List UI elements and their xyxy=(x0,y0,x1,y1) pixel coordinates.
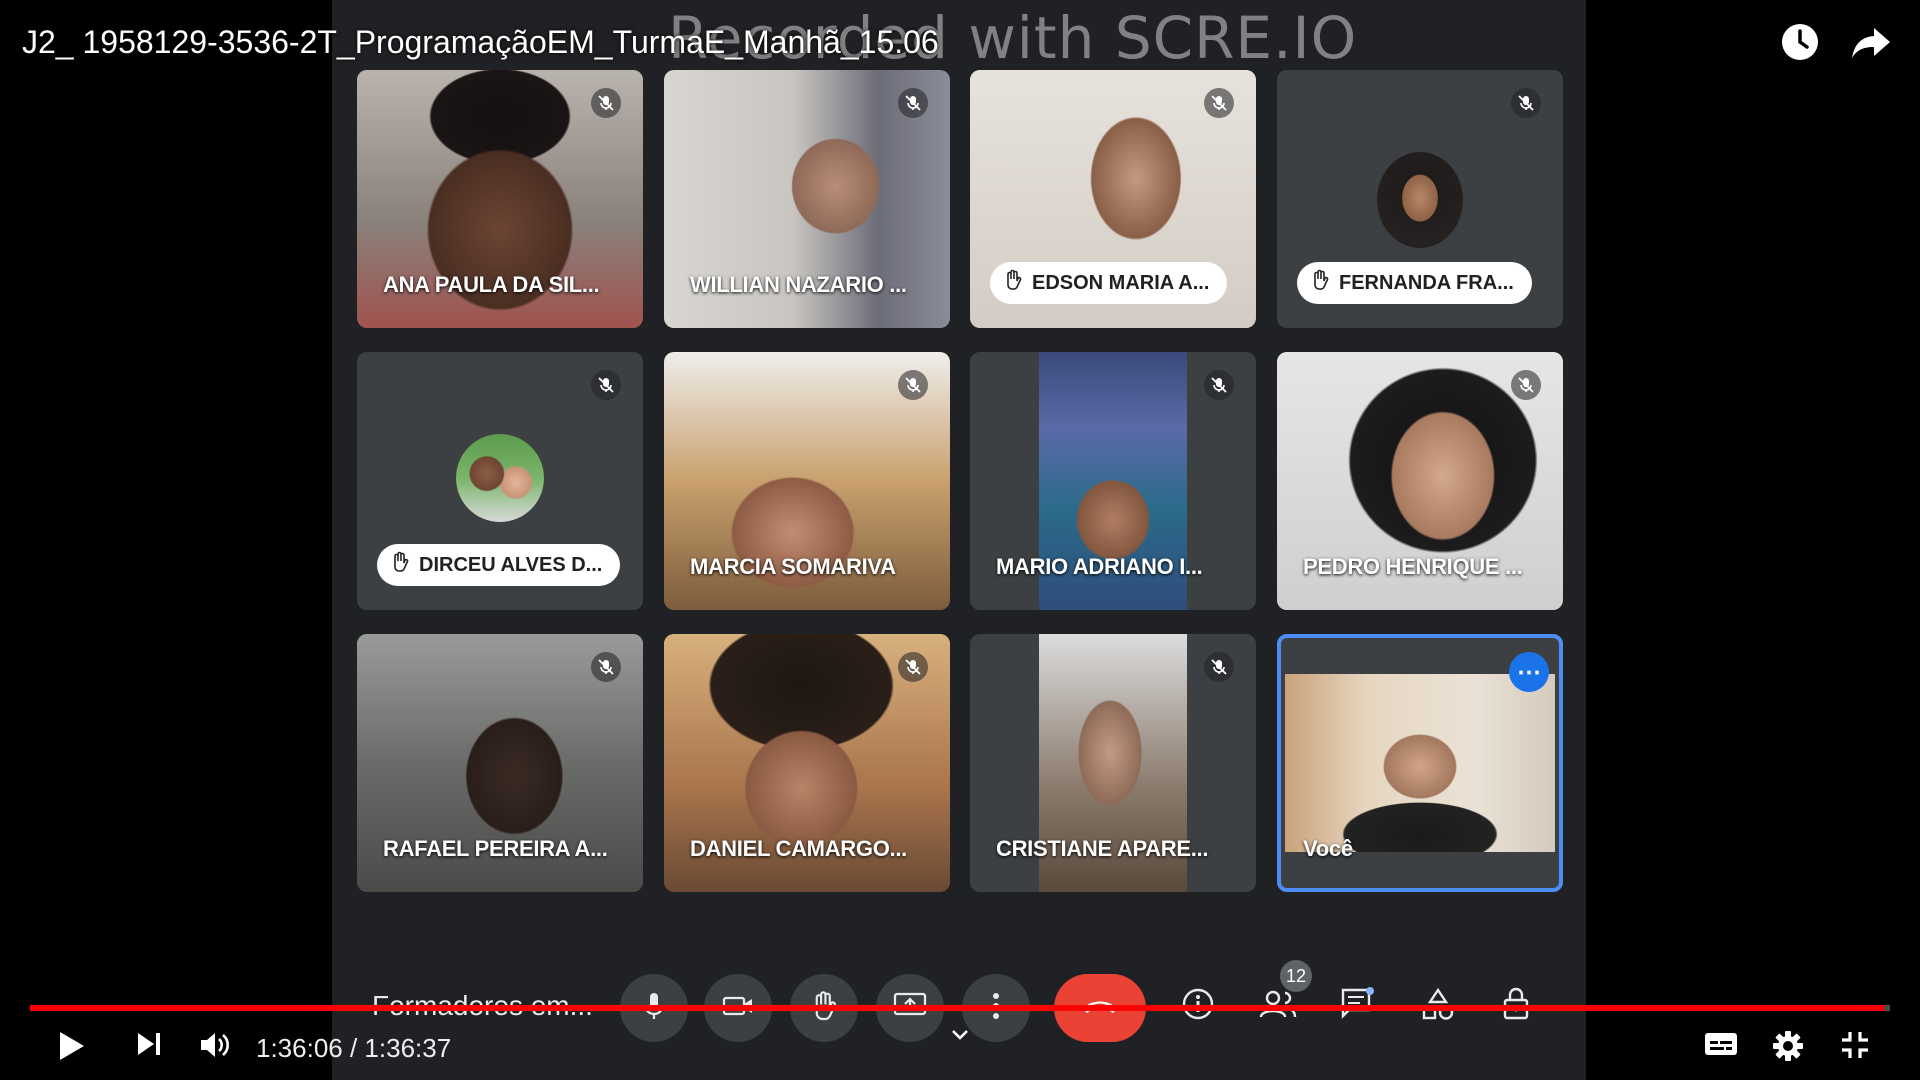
participant-tile[interactable]: ANA PAULA DA SIL... xyxy=(357,70,643,328)
participant-name: MARCIA SOMARIVA xyxy=(690,554,896,579)
participant-name: RAFAEL PEREIRA A... xyxy=(383,836,608,861)
player-controls: 1:36:06 / 1:36:37 xyxy=(0,1020,1920,1076)
share-icon[interactable] xyxy=(1850,22,1892,62)
exit-fullscreen-button[interactable] xyxy=(1840,1030,1870,1065)
mic-off-icon xyxy=(1204,652,1234,682)
settings-button[interactable] xyxy=(1772,1030,1804,1067)
participant-name: ANA PAULA DA SIL... xyxy=(383,272,600,297)
hand-raise-icon xyxy=(1004,269,1022,297)
top-actions xyxy=(1780,22,1892,62)
participant-tile[interactable]: FERNANDA FRA... xyxy=(1277,70,1563,328)
participant-avatar xyxy=(1377,152,1463,248)
subtitles-button[interactable] xyxy=(1704,1030,1738,1063)
mic-off-icon xyxy=(898,652,928,682)
mic-off-icon xyxy=(591,652,621,682)
exit-fullscreen-icon xyxy=(1840,1030,1870,1065)
participant-tile[interactable]: WILLIAN NAZARIO ... xyxy=(664,70,950,328)
volume-icon xyxy=(198,1030,232,1065)
time-separator: / xyxy=(342,1033,365,1063)
mic-off-icon xyxy=(898,370,928,400)
subtitles-icon xyxy=(1704,1030,1738,1063)
self-tile[interactable]: ⋯ Você xyxy=(1277,634,1563,892)
volume-button[interactable] xyxy=(198,1030,232,1065)
participant-tile[interactable]: MARIO ADRIANO I... xyxy=(970,352,1256,610)
time-current: 1:36:06 xyxy=(256,1033,343,1063)
mic-off-icon xyxy=(1511,88,1541,118)
next-button[interactable] xyxy=(135,1030,163,1063)
participant-tile[interactable]: CRISTIANE APARE... xyxy=(970,634,1256,892)
hand-raised-label: DIRCEU ALVES D... xyxy=(377,544,621,586)
progress-played xyxy=(30,1005,1884,1011)
participant-name: DANIEL CAMARGO... xyxy=(690,836,907,861)
settings-icon xyxy=(1772,1030,1804,1067)
participant-avatar xyxy=(456,434,544,522)
self-video xyxy=(1285,674,1555,852)
expand-chevron-button[interactable] xyxy=(950,1028,970,1047)
hand-raise-icon xyxy=(391,551,409,579)
participant-name: DIRCEU ALVES D... xyxy=(419,553,603,576)
hand-raise-icon xyxy=(1311,269,1329,297)
participant-tile[interactable]: RAFAEL PEREIRA A... xyxy=(357,634,643,892)
mic-off-icon xyxy=(591,370,621,400)
participant-tile[interactable]: PEDRO HENRIQUE ... xyxy=(1277,352,1563,610)
mic-off-icon xyxy=(1204,370,1234,400)
watch-later-icon[interactable] xyxy=(1780,22,1820,62)
participant-name: EDSON MARIA A... xyxy=(1032,271,1210,294)
time-display: 1:36:06 / 1:36:37 xyxy=(256,1033,451,1064)
video-progress-bar[interactable] xyxy=(30,1005,1890,1011)
mic-off-icon xyxy=(1511,370,1541,400)
hand-raised-label: EDSON MARIA A... xyxy=(990,262,1228,304)
mic-off-icon xyxy=(898,88,928,118)
time-total: 1:36:37 xyxy=(364,1033,452,1063)
hand-raised-label: FERNANDA FRA... xyxy=(1297,262,1532,304)
participant-name: Você xyxy=(1303,836,1353,861)
participant-name: FERNANDA FRA... xyxy=(1339,271,1514,294)
participant-name: PEDRO HENRIQUE ... xyxy=(1303,554,1523,579)
mic-off-icon xyxy=(1204,88,1234,118)
more-options-button[interactable]: ⋯ xyxy=(1509,652,1549,692)
play-icon xyxy=(56,1030,86,1067)
participant-tile[interactable]: MARCIA SOMARIVA xyxy=(664,352,950,610)
participant-name: MARIO ADRIANO I... xyxy=(996,554,1203,579)
participant-tile[interactable]: DIRCEU ALVES D... xyxy=(357,352,643,610)
participant-name: WILLIAN NAZARIO ... xyxy=(690,272,907,297)
participant-tile[interactable]: EDSON MARIA A... xyxy=(970,70,1256,328)
video-title[interactable]: J2_ 1958129-3536-2T_ProgramaçãoEM_TurmaE… xyxy=(22,24,939,61)
chevron-down-icon xyxy=(950,1028,970,1047)
participants-count-badge: 12 xyxy=(1280,960,1312,992)
next-icon xyxy=(135,1030,163,1063)
participant-tile[interactable]: DANIEL CAMARGO... xyxy=(664,634,950,892)
mic-off-icon xyxy=(591,88,621,118)
play-button[interactable] xyxy=(56,1030,86,1067)
participant-name: CRISTIANE APARE... xyxy=(996,836,1209,861)
